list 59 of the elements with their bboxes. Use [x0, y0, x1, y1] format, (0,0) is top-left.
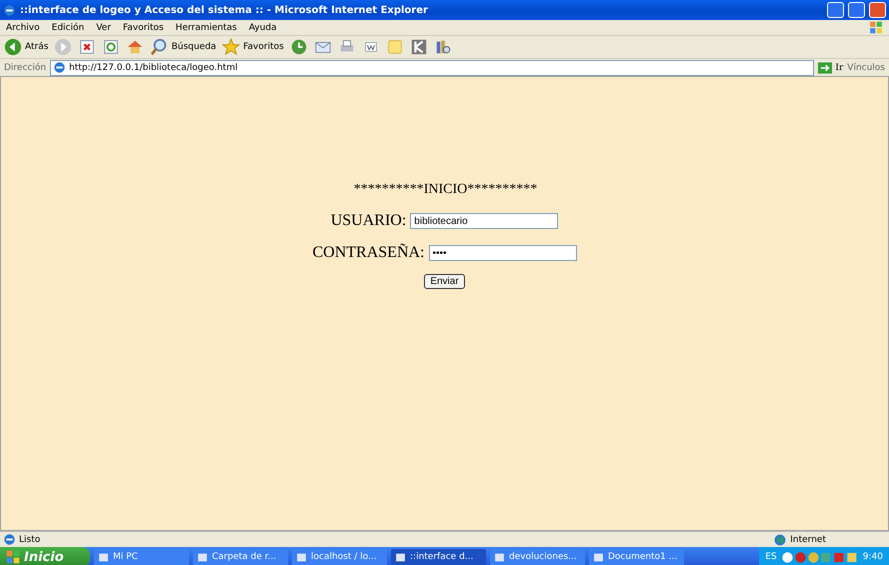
search-icon [150, 38, 168, 56]
go-button[interactable]: Ir [818, 62, 844, 74]
taskbar-item[interactable]: localhost / lo... [292, 548, 387, 565]
home-icon [126, 38, 144, 56]
toolbar-button[interactable]: Búsqueda [150, 38, 216, 56]
menu-item[interactable]: Ver [96, 22, 111, 32]
menu-item[interactable]: Favoritos [122, 22, 164, 32]
toolbar-button[interactable] [410, 38, 428, 56]
arrow-icon [818, 62, 832, 74]
login-heading: **********INICIO********** [354, 182, 538, 198]
submit-button[interactable]: Enviar [424, 274, 465, 289]
toolbar-button[interactable] [434, 38, 452, 56]
taskbar-item[interactable]: devoluciones... [490, 548, 585, 565]
windows-flag-icon [869, 21, 883, 34]
address-field[interactable]: http://127.0.0.1/biblioteca/logeo.html [50, 60, 814, 76]
taskbar-item[interactable]: Carpeta de r... [193, 548, 288, 565]
password-field[interactable]: •••• [428, 245, 576, 261]
clock-icon [290, 38, 308, 56]
window-icon [296, 552, 307, 562]
taskbar-item[interactable]: Documento1 ... [589, 548, 684, 565]
taskbar-item[interactable]: Mi PC [94, 548, 189, 565]
zone-text: Internet [790, 534, 826, 544]
window-icon [197, 552, 208, 562]
password-label: CONTRASEÑA: [312, 244, 424, 262]
window-icon [593, 552, 604, 562]
menu-item[interactable]: Archivo [6, 22, 40, 32]
window-title: ::interface de logeo y Acceso del sistema :: - Microsoft Internet Explorer [20, 4, 429, 16]
menu-item[interactable]: Edición [52, 22, 84, 32]
minimize-button[interactable] [827, 2, 844, 18]
clock: 9:40 [862, 552, 883, 562]
user-label: USUARIO: [330, 212, 406, 230]
address-label: Dirección [4, 62, 46, 72]
links-label[interactable]: Vínculos [847, 62, 885, 72]
toolbar-button[interactable] [102, 38, 120, 56]
user-field[interactable]: bibliotecario [410, 213, 558, 229]
window-icon [395, 552, 406, 562]
toolbar-button[interactable] [78, 38, 96, 56]
globe-icon [774, 534, 786, 546]
menu-item[interactable]: Herramientas [176, 22, 237, 32]
books-icon [434, 38, 452, 56]
k-logo-icon [410, 38, 428, 56]
window-icon [98, 552, 109, 562]
menu-item[interactable]: Ayuda [248, 22, 277, 32]
toolbar-button[interactable] [290, 38, 308, 56]
toolbar-button[interactable] [126, 38, 144, 56]
note-icon [386, 38, 404, 56]
restore-button[interactable] [848, 2, 865, 18]
toolbar-button[interactable]: Favoritos [222, 38, 284, 56]
windows-flag-icon [6, 550, 20, 564]
stop-icon [78, 38, 96, 56]
status-text: Listo [19, 534, 40, 544]
window-icon [494, 552, 505, 562]
star-icon [222, 38, 240, 56]
close-button[interactable] [869, 2, 886, 18]
refresh-icon [102, 38, 120, 56]
taskbar-item[interactable]: ::interface d... [391, 548, 486, 565]
forward-icon [54, 38, 72, 56]
back-icon [4, 38, 22, 56]
toolbar-button[interactable]: Atrás [4, 38, 48, 56]
